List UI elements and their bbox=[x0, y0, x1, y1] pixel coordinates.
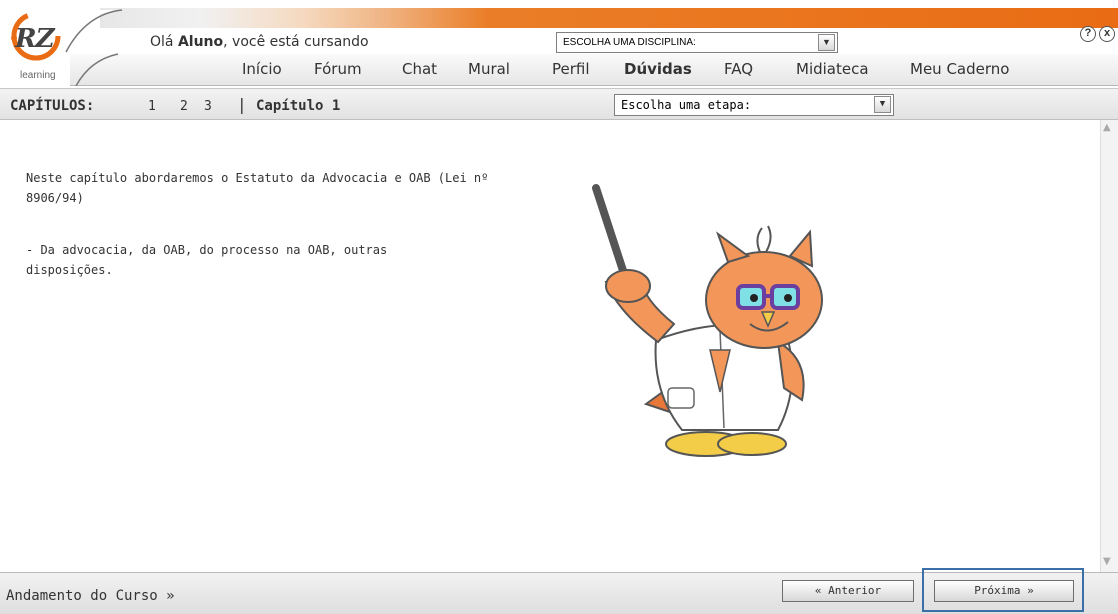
content-scrollbar[interactable] bbox=[1100, 120, 1118, 572]
discipline-select[interactable]: ESCOLHA UMA DISCIPLINA: ▼ bbox=[556, 32, 838, 53]
close-icon[interactable]: x bbox=[1099, 26, 1115, 42]
nav-item-chat[interactable]: Chat bbox=[402, 60, 437, 78]
nav-item-faq[interactable]: FAQ bbox=[724, 60, 753, 78]
course-progress-link[interactable]: Andamento do Curso » bbox=[6, 588, 175, 604]
nav-item-duvidas[interactable]: Dúvidas bbox=[624, 60, 692, 78]
next-button-highlight bbox=[922, 568, 1084, 612]
help-icon[interactable]: ? bbox=[1080, 26, 1096, 42]
chevron-down-icon[interactable]: ▼ bbox=[874, 96, 891, 113]
chapter-link-3[interactable]: 3 bbox=[204, 99, 212, 114]
nav-item-inicio[interactable]: Início bbox=[242, 60, 282, 78]
nav-item-mural[interactable]: Mural bbox=[468, 60, 510, 78]
discipline-select-value: ESCOLHA UMA DISCIPLINA: bbox=[563, 37, 696, 48]
chapter-link-2[interactable]: 2 bbox=[180, 99, 188, 114]
nav-item-forum[interactable]: Fórum bbox=[314, 60, 362, 78]
lesson-topics: - Da advocacia, da OAB, do processo na O… bbox=[26, 243, 388, 277]
stage-select[interactable]: Escolha uma etapa: ▼ bbox=[614, 94, 894, 116]
greeting-suffix: , você está cursando bbox=[223, 34, 369, 50]
user-name: Aluno bbox=[177, 34, 224, 50]
header: RZ learning Olá Aluno, você está cursand… bbox=[0, 0, 1118, 88]
logo-mark: RZ bbox=[15, 24, 55, 54]
header-accent-bar bbox=[100, 8, 1118, 28]
scroll-down-icon[interactable]: ▼ bbox=[1103, 556, 1111, 567]
nav-item-perfil[interactable]: Perfil bbox=[552, 60, 590, 78]
owl-teacher-illustration bbox=[578, 182, 846, 502]
nav-item-meu-caderno[interactable]: Meu Caderno bbox=[910, 60, 1009, 78]
chapter-title: Capítulo 1 bbox=[256, 98, 341, 114]
chevron-down-icon[interactable]: ▼ bbox=[818, 34, 835, 51]
greeting: Olá Aluno, você está cursando bbox=[150, 34, 369, 50]
stage-select-value: Escolha uma etapa: bbox=[621, 98, 752, 112]
nav-item-midiateca[interactable]: Midiateca bbox=[796, 60, 869, 78]
chapters-label: CAPÍTULOS: bbox=[10, 98, 95, 114]
chapter-separator: | bbox=[237, 95, 247, 114]
previous-button[interactable]: « Anterior bbox=[782, 580, 914, 602]
scroll-up-icon[interactable]: ▲ bbox=[1103, 122, 1111, 133]
rz-learning-logo[interactable]: RZ learning bbox=[6, 6, 126, 86]
chapter-link-1[interactable]: 1 bbox=[148, 99, 156, 114]
logo-subtitle: learning bbox=[20, 70, 56, 81]
chapter-bar bbox=[0, 88, 1118, 120]
lesson-intro: Neste capítulo abordaremos o Estatuto da… bbox=[26, 171, 489, 205]
greeting-prefix: Olá bbox=[150, 34, 178, 50]
